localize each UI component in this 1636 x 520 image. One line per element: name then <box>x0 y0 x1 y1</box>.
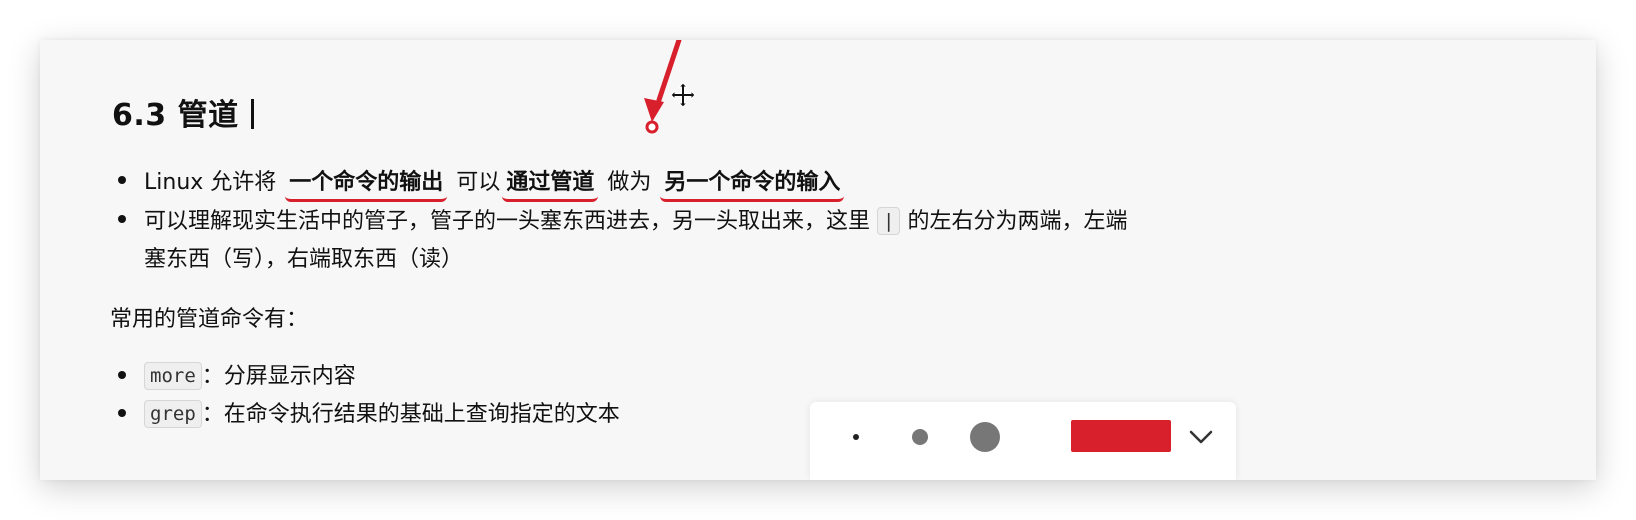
stroke-size-small-option[interactable] <box>853 434 859 440</box>
command-description: ：在命令执行结果的基础上查询指定的文本 <box>201 402 620 427</box>
color-swatch-button[interactable] <box>1071 420 1171 452</box>
bullet-item-pipe-analogy-continued: 塞东西（写），右端取东西（读） <box>144 247 464 272</box>
bullet-text: 可以 <box>456 170 501 195</box>
command-item-grep: grep ：在命令执行结果的基础上查询指定的文本 <box>144 396 620 428</box>
bullet-text: 做为 <box>607 170 652 195</box>
command-description: ：分屏显示内容 <box>201 364 356 389</box>
annotation-toolbar <box>810 402 1236 480</box>
bullet-dot <box>118 176 126 184</box>
common-commands-label: 常用的管道命令有： <box>110 307 309 332</box>
command-item-more: more ：分屏显示内容 <box>144 358 356 390</box>
inline-code-pipe: | <box>877 207 901 235</box>
move-cursor-icon <box>670 82 696 108</box>
inline-code-more: more <box>144 362 202 390</box>
document-page: 6.3 管道 Linux 允许将 一个命令的输出 可以 通过管道 做为 另一个命令… <box>40 40 1596 480</box>
arrow-head <box>644 98 664 122</box>
arrow-endpoint-handle <box>645 120 659 134</box>
bullet-dot <box>118 409 126 417</box>
bullet-text: Linux 允许将 <box>144 170 277 195</box>
stroke-size-large-option[interactable] <box>970 422 1000 452</box>
bullet-item-pipe-definition: Linux 允许将 一个命令的输出 可以 通过管道 做为 另一个命令的输入 <box>144 164 846 202</box>
highlight-command-input: 另一个命令的输入 <box>660 169 845 202</box>
bullet-dot <box>118 215 126 223</box>
chevron-down-icon[interactable] <box>1186 422 1216 452</box>
section-heading: 6.3 管道 <box>112 90 254 134</box>
bullet-dot <box>118 371 126 379</box>
bullet-text: 可以理解现实生活中的管子，管子的一头塞东西进去，另一头取出来，这里 <box>144 209 871 234</box>
stroke-size-medium-option[interactable] <box>912 429 928 445</box>
inline-code-grep: grep <box>144 400 202 428</box>
bullet-item-pipe-analogy: 可以理解现实生活中的管子，管子的一头塞东西进去，另一头取出来，这里 | 的左右分… <box>144 203 1127 235</box>
highlight-through-pipe: 通过管道 <box>502 169 599 202</box>
bullet-text: 的左右分为两端，左端 <box>907 209 1128 234</box>
text-cursor <box>250 99 254 129</box>
section-title: 6.3 管道 <box>112 98 239 133</box>
highlight-command-output: 一个命令的输出 <box>285 169 448 202</box>
